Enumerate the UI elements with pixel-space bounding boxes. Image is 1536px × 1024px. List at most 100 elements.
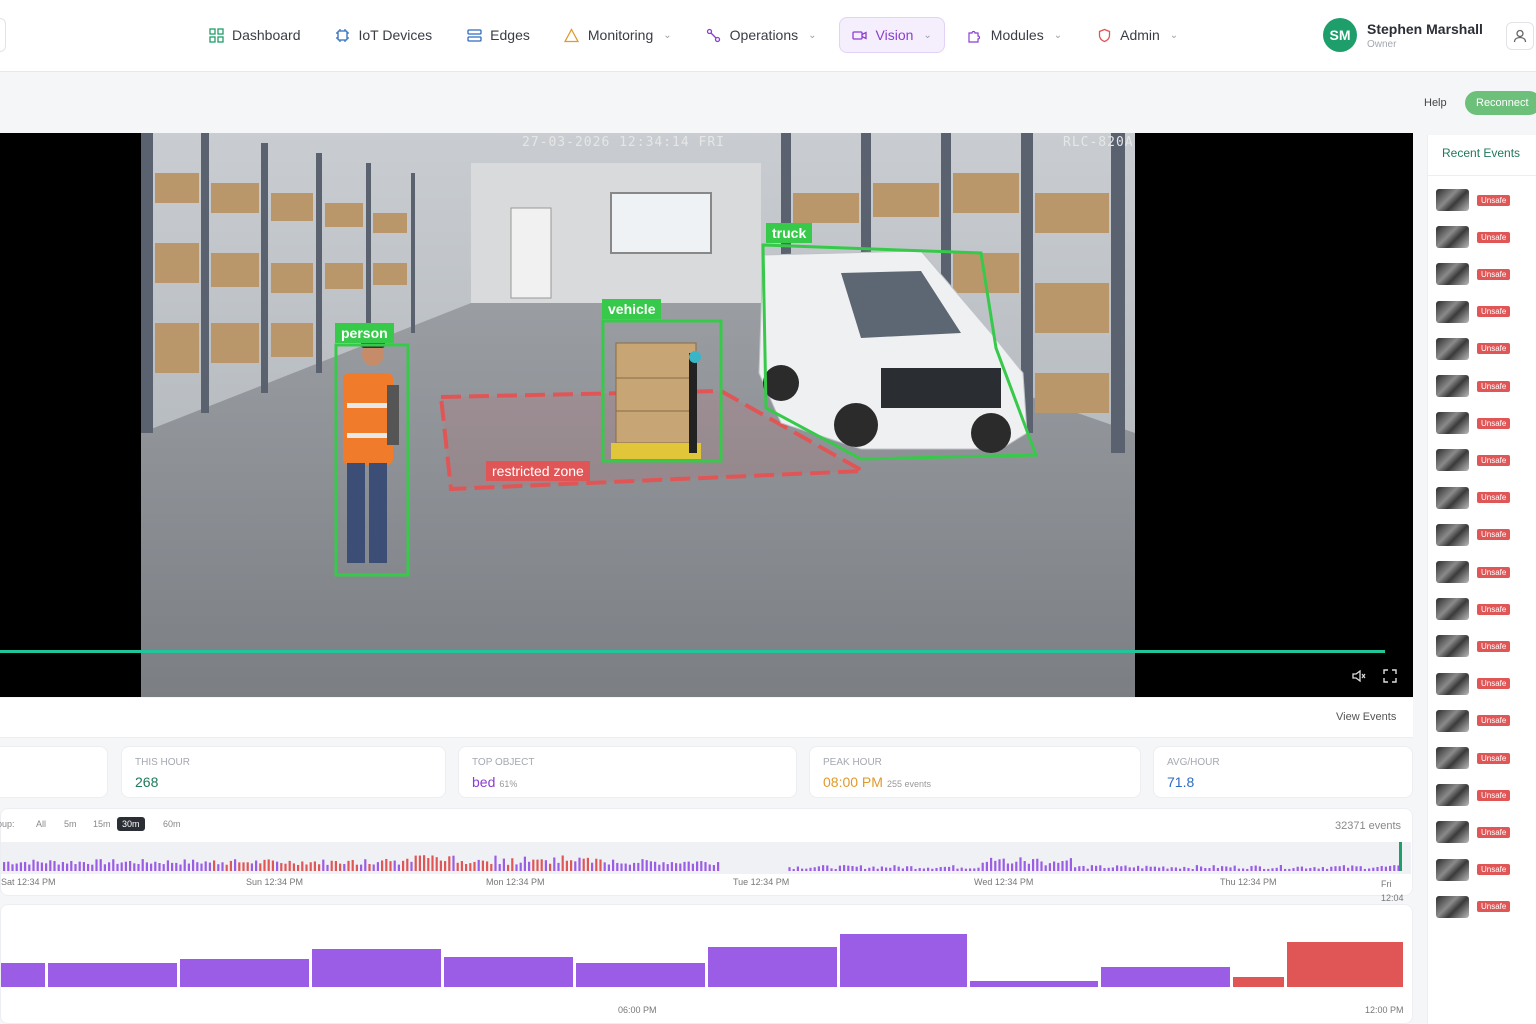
avatar[interactable]: SM xyxy=(1323,18,1357,52)
timeline-bar xyxy=(234,859,237,871)
puzzle-icon xyxy=(967,27,983,43)
timeline-bar xyxy=(120,862,123,871)
divider xyxy=(1428,175,1536,176)
nav-item-dashboard[interactable]: Dashboard xyxy=(196,17,313,53)
event-thumbnail xyxy=(1436,226,1469,249)
timeline-bar xyxy=(1027,863,1030,871)
hourly-bar xyxy=(312,949,441,987)
event-list-item[interactable]: Unsafe xyxy=(1436,522,1511,548)
event-list-item[interactable]: Unsafe xyxy=(1436,559,1511,585)
timeline-bar xyxy=(817,866,820,871)
timeline-bar xyxy=(1111,867,1114,871)
event-badge: Unsafe xyxy=(1477,268,1511,280)
timeline-bar xyxy=(796,866,799,871)
timeline-bar xyxy=(805,868,808,871)
stat-card-total xyxy=(0,746,108,798)
timeline-bar xyxy=(1065,860,1068,871)
timeline-sparkline[interactable] xyxy=(1,842,1411,874)
event-list-item[interactable]: Unsafe xyxy=(1436,447,1511,473)
timeline-bar xyxy=(1124,865,1127,871)
timeline-bar xyxy=(116,863,119,871)
event-list-item[interactable]: Unsafe xyxy=(1436,857,1511,883)
timeline-bar xyxy=(494,855,497,871)
event-list-item[interactable]: Unsafe xyxy=(1436,373,1511,399)
event-list-item[interactable]: Unsafe xyxy=(1436,633,1511,659)
timeline-bar xyxy=(145,862,148,871)
event-list-item[interactable]: Unsafe xyxy=(1436,410,1511,436)
timeline-bar xyxy=(792,868,795,871)
timeline-bar xyxy=(82,862,85,871)
event-thumbnail xyxy=(1436,709,1469,732)
timeline-bar xyxy=(418,855,421,871)
event-list-item[interactable]: Unsafe xyxy=(1436,894,1511,920)
timeline-bar xyxy=(95,859,98,871)
group-option-30m[interactable]: 30m xyxy=(117,817,145,831)
timeline-bar xyxy=(78,861,81,871)
sidebar-toggle-button[interactable] xyxy=(0,18,6,52)
timeline-bar xyxy=(343,863,346,871)
timeline-bar xyxy=(486,861,489,871)
timeline-bar xyxy=(15,863,18,871)
nav-item-vision[interactable]: Vision ⌄ xyxy=(838,17,945,53)
volume-icon[interactable] xyxy=(1350,667,1368,685)
event-list-item[interactable]: Unsafe xyxy=(1436,596,1511,622)
nav-item-admin[interactable]: Admin ⌄ xyxy=(1084,17,1190,53)
timeline-bar xyxy=(1355,866,1358,871)
timeline-bar xyxy=(1128,867,1131,871)
timeline-bar xyxy=(1334,866,1337,871)
user-menu[interactable]: SM Stephen Marshall Owner xyxy=(1323,18,1483,52)
event-list-item[interactable]: Unsafe xyxy=(1436,671,1511,697)
timeline-bar xyxy=(586,857,589,871)
timeline-bar xyxy=(990,857,993,871)
timeline-bar xyxy=(154,861,157,871)
timeline-bar xyxy=(322,859,325,871)
event-list-item[interactable]: Unsafe xyxy=(1436,485,1511,511)
video-player[interactable]: 27-03-2026 12:34:14 FRI RLC-820A person … xyxy=(0,133,1413,697)
fullscreen-icon[interactable] xyxy=(1381,667,1399,685)
grid-icon xyxy=(208,27,224,43)
video-footer: View Events xyxy=(0,698,1413,738)
group-option-15m[interactable]: 15m xyxy=(88,817,116,831)
timeline-bar xyxy=(1267,868,1270,871)
event-badge: Unsafe xyxy=(1477,380,1511,392)
timeline-bar xyxy=(385,858,388,871)
event-list-item[interactable]: Unsafe xyxy=(1436,782,1511,808)
timeline-bar xyxy=(960,867,963,871)
timeline-bar xyxy=(822,865,825,871)
timeline-bar xyxy=(460,861,463,871)
event-list-item[interactable]: Unsafe xyxy=(1436,336,1511,362)
nav-item-operations[interactable]: Operations ⌄ xyxy=(694,17,829,53)
nav-item-iot-devices[interactable]: IoT Devices xyxy=(323,17,445,53)
timeline-bar xyxy=(637,862,640,871)
nav-item-modules[interactable]: Modules ⌄ xyxy=(955,17,1074,53)
event-list-item[interactable]: Unsafe xyxy=(1436,299,1511,325)
timeline-bar xyxy=(1271,868,1274,871)
camera-frame xyxy=(141,133,1135,697)
event-list-item[interactable]: Unsafe xyxy=(1436,261,1511,287)
group-option-all[interactable]: All xyxy=(31,817,51,831)
reconnect-button[interactable]: Reconnect xyxy=(1465,91,1536,115)
event-list-item[interactable]: Unsafe xyxy=(1436,187,1511,213)
group-option-60m[interactable]: 60m xyxy=(158,817,186,831)
recent-events-title: Recent Events xyxy=(1442,146,1521,160)
event-thumbnail xyxy=(1436,523,1469,546)
timeline-bar xyxy=(549,863,552,871)
event-list-item[interactable]: Unsafe xyxy=(1436,708,1511,734)
nav-item-label: Dashboard xyxy=(232,27,301,43)
event-list-item[interactable]: Unsafe xyxy=(1436,224,1511,250)
event-list-item[interactable]: Unsafe xyxy=(1436,819,1511,845)
timeline-bar xyxy=(1074,867,1077,871)
group-option-5m[interactable]: 5m xyxy=(59,817,82,831)
help-link[interactable]: Help xyxy=(1424,97,1447,109)
nav-item-edges[interactable]: Edges xyxy=(454,17,542,53)
timeline-bar xyxy=(1120,866,1123,871)
timeline-bar xyxy=(112,859,115,871)
timeline-bar xyxy=(1296,866,1299,871)
video-progress-bar[interactable] xyxy=(0,650,1385,653)
event-list-item[interactable]: Unsafe xyxy=(1436,745,1511,771)
view-events-link[interactable]: View Events xyxy=(1336,711,1396,723)
nav-item-label: Vision xyxy=(875,27,914,43)
nav-item-monitoring[interactable]: Monitoring ⌄ xyxy=(552,17,684,53)
group-label: Group: xyxy=(0,819,15,829)
profile-button[interactable] xyxy=(1506,22,1534,50)
